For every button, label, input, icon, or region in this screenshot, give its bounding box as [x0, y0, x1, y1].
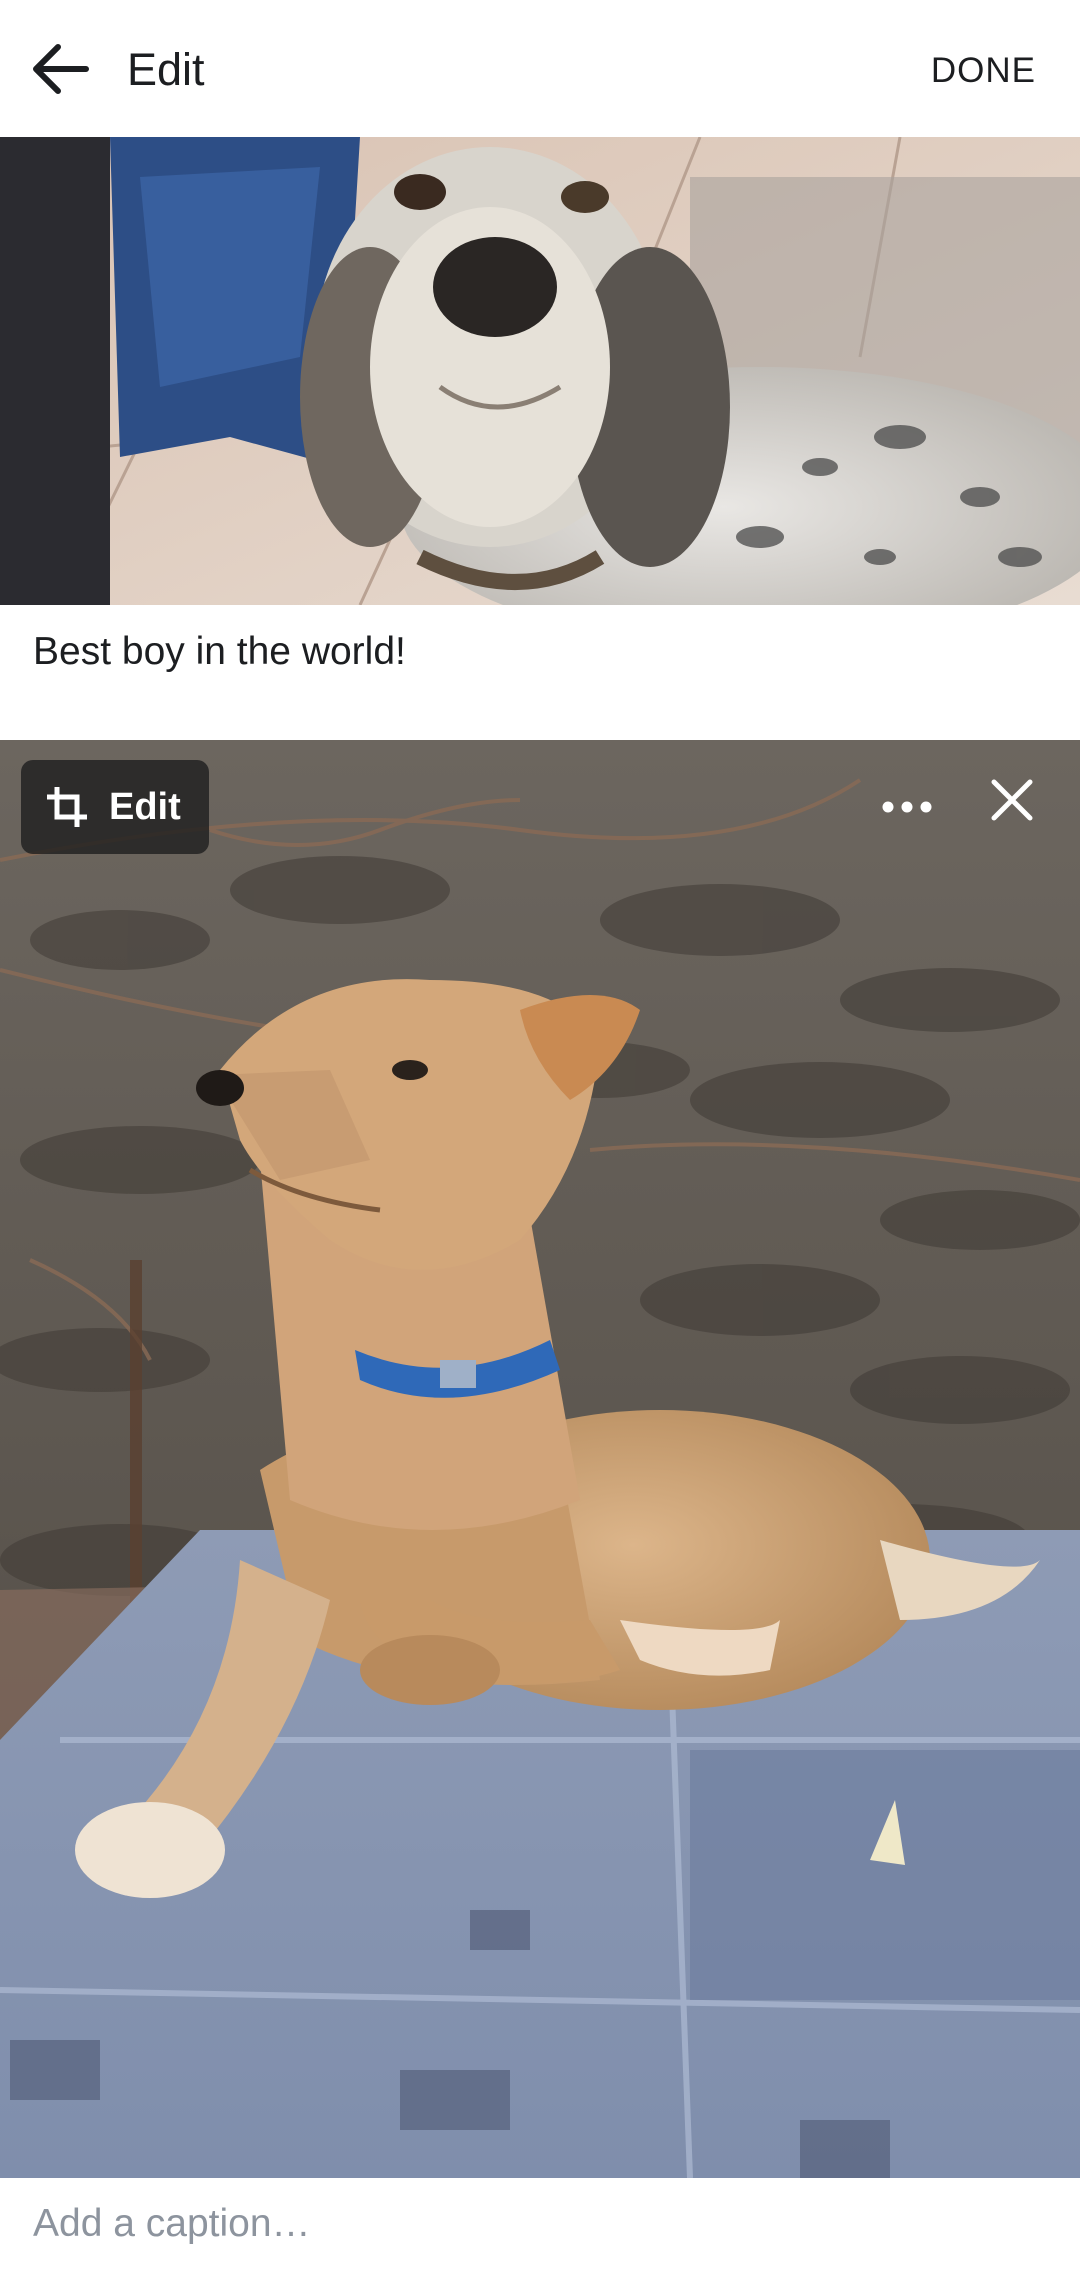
arrow-left-icon[interactable]: [28, 38, 96, 100]
top-bar: Edit DONE: [0, 0, 1080, 137]
crop-icon: [46, 786, 88, 828]
page-title: Edit: [127, 44, 205, 95]
caption-input[interactable]: [33, 2196, 1033, 2252]
done-button[interactable]: DONE: [931, 50, 1036, 92]
post-photo-1[interactable]: [0, 137, 1080, 605]
edit-photo-label: Edit: [109, 786, 181, 828]
more-dots-icon[interactable]: [876, 784, 938, 830]
post-photo-2[interactable]: [0, 740, 1080, 2178]
close-icon[interactable]: [986, 774, 1038, 826]
post-caption-1[interactable]: Best boy in the world!: [33, 628, 406, 676]
caption-input-container: [0, 2178, 1080, 2272]
edit-photo-button[interactable]: Edit: [21, 760, 209, 854]
